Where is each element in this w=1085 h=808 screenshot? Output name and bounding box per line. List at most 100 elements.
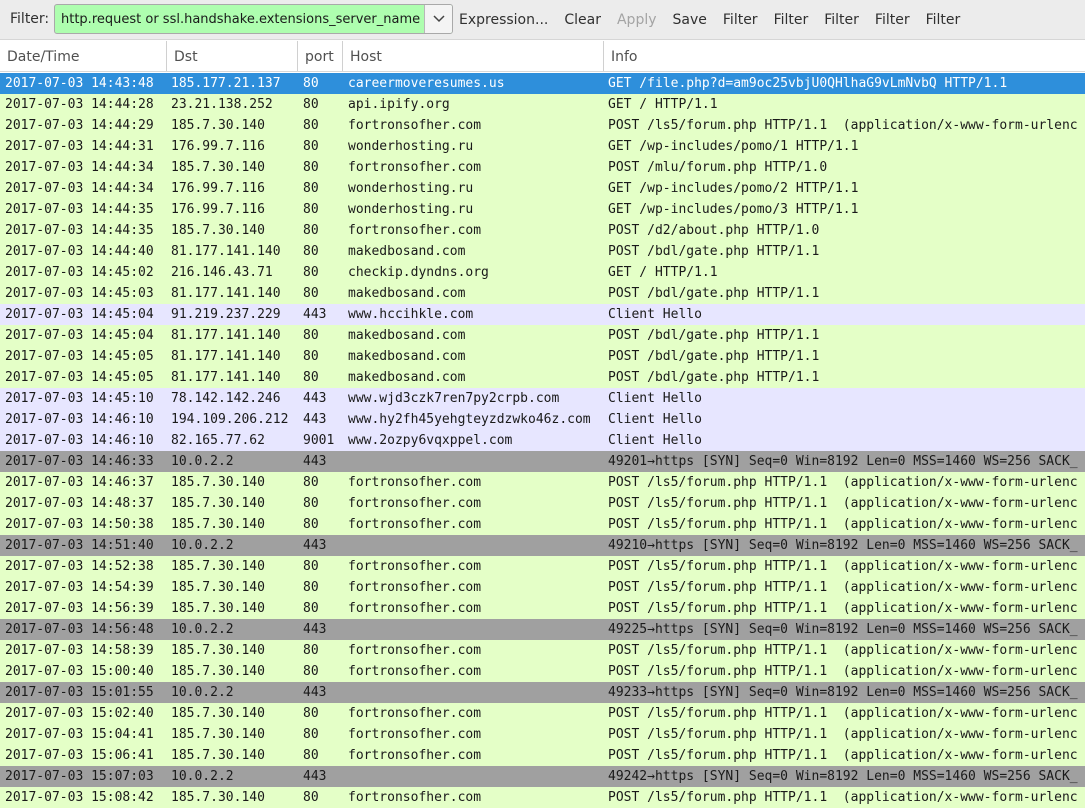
packet-row[interactable]: 2017-07-03 14:48:37 185.7.30.140 80 fortron… [0, 493, 1085, 514]
packet-row[interactable]: 2017-07-03 14:45:10 78.142.142.246 443 www.… [0, 388, 1085, 409]
packet-row[interactable]: 2017-07-03 14:44:35 176.99.7.116 80 wonderh… [0, 199, 1085, 220]
cell-port: 80 [303, 370, 319, 385]
cell-datetime: 2017-07-03 14:46:10 [5, 433, 154, 448]
cell-host: fortronsofher.com [348, 517, 482, 532]
packet-row[interactable]: 2017-07-03 14:44:29 185.7.30.140 80 fortron… [0, 115, 1085, 136]
packet-row[interactable]: 2017-07-03 15:01:55 10.0.2.2 443 49233→http… [0, 682, 1085, 703]
column-header-host[interactable]: Host [343, 41, 604, 71]
packet-row[interactable]: 2017-07-03 14:45:05 81.177.141.140 80 maked… [0, 346, 1085, 367]
packet-row[interactable]: 2017-07-03 14:52:38 185.7.30.140 80 fortron… [0, 556, 1085, 577]
packet-row[interactable]: 2017-07-03 15:00:40 185.7.30.140 80 fortron… [0, 661, 1085, 682]
packet-row[interactable]: 2017-07-03 14:46:10 82.165.77.62 9001 www.2… [0, 430, 1085, 451]
cell-host [348, 682, 602, 703]
packet-row[interactable]: 2017-07-03 14:46:10 194.109.206.212 443 www… [0, 409, 1085, 430]
cell-port: 80 [303, 706, 319, 721]
cell-port: 9001 [303, 433, 335, 448]
cell-dst: 176.99.7.116 [171, 181, 265, 196]
packet-row[interactable]: 2017-07-03 14:43:48 185.177.21.137 80 caree… [0, 73, 1085, 94]
packet-row[interactable]: 2017-07-03 14:45:03 81.177.141.140 80 maked… [0, 283, 1085, 304]
cell-dst: 185.7.30.140 [171, 475, 265, 490]
packet-row[interactable]: 2017-07-03 14:56:39 185.7.30.140 80 fortron… [0, 598, 1085, 619]
cell-info: Client Hello [608, 433, 702, 448]
filter-button-7[interactable]: Filter [875, 12, 910, 28]
column-header-dst[interactable]: Dst [167, 41, 298, 71]
cell-info: POST /d2/about.php HTTP/1.0 [608, 223, 820, 238]
packet-row[interactable]: 2017-07-03 14:44:34 185.7.30.140 80 fortron… [0, 157, 1085, 178]
packet-row[interactable]: 2017-07-03 14:51:40 10.0.2.2 443 49210→http… [0, 535, 1085, 556]
packet-row[interactable]: 2017-07-03 15:08:42 185.7.30.140 80 fortron… [0, 787, 1085, 808]
expression-button[interactable]: Expression... [459, 12, 548, 28]
cell-port: 80 [303, 790, 319, 805]
toolbar-buttons: Expression... Clear Apply Save Filter Filter F… [459, 0, 976, 40]
cell-datetime: 2017-07-03 14:51:40 [5, 538, 154, 553]
cell-host: makedbosand.com [348, 349, 466, 364]
cell-host: wonderhosting.ru [348, 181, 474, 196]
filter-combobox[interactable] [54, 4, 453, 34]
cell-host: fortronsofher.com [348, 496, 482, 511]
cell-port: 80 [303, 580, 319, 595]
cell-info: POST /bdl/gate.php HTTP/1.1 [608, 370, 820, 385]
filter-input[interactable] [55, 5, 425, 33]
cell-datetime: 2017-07-03 14:44:35 [5, 202, 154, 217]
packet-row[interactable]: 2017-07-03 14:44:34 176.99.7.116 80 wonderh… [0, 178, 1085, 199]
cell-dst: 10.0.2.2 [171, 769, 234, 784]
cell-host: fortronsofher.com [348, 643, 482, 658]
packet-row[interactable]: 2017-07-03 14:44:31 176.99.7.116 80 wonderh… [0, 136, 1085, 157]
packet-row[interactable]: 2017-07-03 14:45:05 81.177.141.140 80 maked… [0, 367, 1085, 388]
cell-datetime: 2017-07-03 15:02:40 [5, 706, 154, 721]
cell-dst: 81.177.141.140 [171, 286, 281, 301]
packet-row[interactable]: 2017-07-03 14:58:39 185.7.30.140 80 fortron… [0, 640, 1085, 661]
cell-port: 443 [303, 391, 327, 406]
apply-button[interactable]: Apply [617, 12, 657, 28]
packet-row[interactable]: 2017-07-03 14:45:02 216.146.43.71 80 checki… [0, 262, 1085, 283]
cell-dst: 81.177.141.140 [171, 349, 281, 364]
packet-row[interactable]: 2017-07-03 15:07:03 10.0.2.2 443 49242→http… [0, 766, 1085, 787]
cell-port: 80 [303, 118, 319, 133]
packet-row[interactable]: 2017-07-03 14:45:04 91.219.237.229 443 www.… [0, 304, 1085, 325]
packet-row[interactable]: 2017-07-03 15:06:41 185.7.30.140 80 fortron… [0, 745, 1085, 766]
save-button[interactable]: Save [673, 12, 707, 28]
cell-host [348, 451, 602, 472]
clear-button[interactable]: Clear [564, 12, 601, 28]
cell-host: wonderhosting.ru [348, 202, 474, 217]
packet-row[interactable]: 2017-07-03 15:02:40 185.7.30.140 80 fortron… [0, 703, 1085, 724]
filter-button-5[interactable]: Filter [774, 12, 809, 28]
cell-dst: 176.99.7.116 [171, 139, 265, 154]
column-header-info[interactable]: Info [604, 41, 1085, 71]
cell-dst: 185.7.30.140 [171, 559, 265, 574]
cell-dst: 10.0.2.2 [171, 454, 234, 469]
cell-datetime: 2017-07-03 15:07:03 [5, 769, 154, 784]
cell-host: makedbosand.com [348, 328, 466, 343]
cell-dst: 10.0.2.2 [171, 538, 234, 553]
column-header-datetime[interactable]: Date/Time [0, 41, 167, 71]
filter-button-4[interactable]: Filter [723, 12, 758, 28]
cell-port: 80 [303, 139, 319, 154]
packet-row[interactable]: 2017-07-03 14:56:48 10.0.2.2 443 49225→http… [0, 619, 1085, 640]
cell-port: 80 [303, 349, 319, 364]
cell-datetime: 2017-07-03 14:50:38 [5, 517, 154, 532]
packet-row[interactable]: 2017-07-03 15:04:41 185.7.30.140 80 fortron… [0, 724, 1085, 745]
column-header-port[interactable]: port [298, 41, 343, 71]
cell-host: makedbosand.com [348, 370, 466, 385]
cell-dst: 185.7.30.140 [171, 727, 265, 742]
cell-datetime: 2017-07-03 14:58:39 [5, 643, 154, 658]
cell-dst: 81.177.141.140 [171, 244, 281, 259]
packet-row[interactable]: 2017-07-03 14:50:38 185.7.30.140 80 fortron… [0, 514, 1085, 535]
packet-row[interactable]: 2017-07-03 14:54:39 185.7.30.140 80 fortron… [0, 577, 1085, 598]
cell-host: fortronsofher.com [348, 559, 482, 574]
packet-row[interactable]: 2017-07-03 14:44:40 81.177.141.140 80 maked… [0, 241, 1085, 262]
cell-info: 49201→https [SYN] Seq=0 Win=8192 Len=0 M… [608, 454, 1078, 469]
filter-button-6[interactable]: Filter [824, 12, 859, 28]
filter-button-8[interactable]: Filter [926, 12, 961, 28]
packet-row[interactable]: 2017-07-03 14:46:37 185.7.30.140 80 fortron… [0, 472, 1085, 493]
cell-port: 443 [303, 307, 327, 322]
packet-row[interactable]: 2017-07-03 14:44:35 185.7.30.140 80 fortron… [0, 220, 1085, 241]
packet-row[interactable]: 2017-07-03 14:44:28 23.21.138.252 80 api.ip… [0, 94, 1085, 115]
filter-dropdown-button[interactable] [424, 5, 452, 33]
packet-row[interactable]: 2017-07-03 14:46:33 10.0.2.2 443 49201→http… [0, 451, 1085, 472]
cell-dst: 185.7.30.140 [171, 706, 265, 721]
cell-port: 80 [303, 643, 319, 658]
cell-info: 49210→https [SYN] Seq=0 Win=8192 Len=0 M… [608, 538, 1078, 553]
cell-port: 443 [303, 412, 327, 427]
packet-row[interactable]: 2017-07-03 14:45:04 81.177.141.140 80 maked… [0, 325, 1085, 346]
